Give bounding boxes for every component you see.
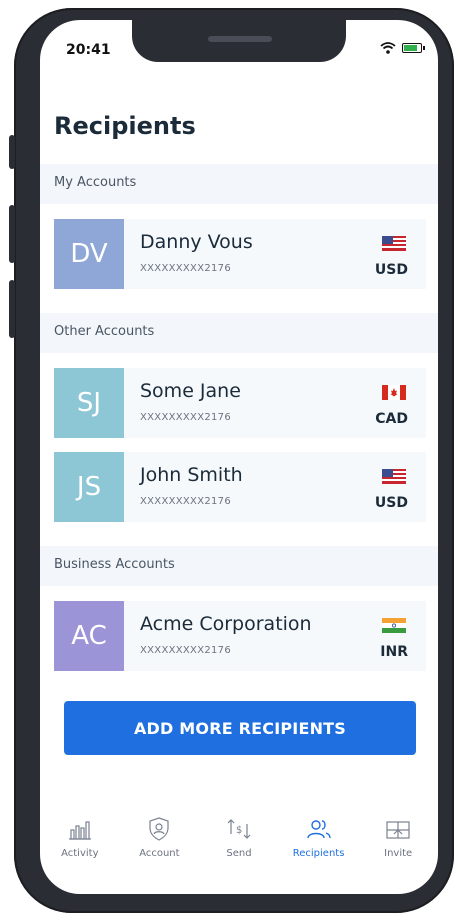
bottom-nav: Activity Account $ Send Recipients Invit… (40, 800, 438, 870)
nav-label: Account (139, 848, 180, 859)
speaker-grille (208, 36, 272, 42)
nav-item-invite[interactable]: Invite (358, 800, 438, 870)
currency-code: INR (380, 644, 408, 660)
india-flag-icon (382, 618, 406, 633)
avatar: SJ (54, 368, 124, 438)
section-my-accounts: My Accounts (40, 164, 438, 204)
account-number: XXXXXXXXX2176 (140, 496, 232, 507)
shield-icon (149, 817, 169, 841)
nav-label: Send (226, 848, 252, 859)
phone-side-button (9, 135, 15, 169)
chart-icon (68, 821, 91, 840)
section-business-accounts: Business Accounts (40, 546, 438, 586)
canada-flag-icon (382, 385, 406, 400)
nav-label: Invite (384, 848, 413, 859)
recipient-name: Some Jane (140, 380, 241, 402)
currency-code: USD (374, 262, 408, 278)
add-more-recipients-button[interactable]: ADD MORE RECIPIENTS (64, 701, 416, 755)
currency-code: CAD (375, 411, 408, 427)
avatar: DV (54, 219, 124, 289)
app-screen: 20:41 Recipients My Accounts DV Danny Vo… (40, 20, 438, 894)
nav-item-recipients[interactable]: Recipients (279, 800, 359, 870)
recipient-name: Danny Vous (140, 231, 253, 253)
recipient-card[interactable]: SJ Some Jane XXXXXXXXX2176 CAD (54, 368, 426, 438)
transfer-icon: $ (227, 819, 251, 839)
section-other-accounts: Other Accounts (40, 313, 438, 353)
currency-code: USD (374, 495, 408, 511)
account-number: XXXXXXXXX2176 (140, 412, 232, 423)
nav-item-account[interactable]: Account (120, 800, 200, 870)
phone-side-button (9, 280, 15, 338)
status-icons (380, 42, 425, 54)
section-label: Other Accounts (54, 324, 155, 339)
page-title: Recipients (54, 112, 196, 140)
nav-label: Activity (61, 848, 99, 859)
recipient-name: John Smith (140, 464, 243, 486)
people-icon (306, 820, 331, 839)
section-label: My Accounts (54, 175, 137, 190)
account-number: XXXXXXXXX2176 (140, 645, 232, 656)
section-label: Business Accounts (54, 557, 175, 572)
account-number: XXXXXXXXX2176 (140, 263, 232, 274)
svg-text:$: $ (236, 825, 242, 836)
recipient-card[interactable]: JS John Smith XXXXXXXXX2176 USD (54, 452, 426, 522)
status-time: 20:41 (66, 42, 111, 58)
recipient-card[interactable]: DV Danny Vous XXXXXXXXX2176 USD (54, 219, 426, 289)
battery-icon (402, 43, 425, 53)
recipient-card[interactable]: AC Acme Corporation XXXXXXXXX2176 INR (54, 601, 426, 671)
nav-item-activity[interactable]: Activity (40, 800, 120, 870)
wifi-icon (380, 42, 396, 54)
us-flag-icon (382, 236, 406, 251)
phone-notch (132, 20, 346, 62)
nav-item-send[interactable]: $ Send (199, 800, 279, 870)
gift-icon (386, 821, 410, 839)
nav-label: Recipients (292, 848, 345, 859)
avatar: JS (54, 452, 124, 522)
avatar: AC (54, 601, 124, 671)
phone-side-button (9, 205, 15, 263)
recipient-name: Acme Corporation (140, 613, 312, 635)
us-flag-icon (382, 469, 406, 484)
